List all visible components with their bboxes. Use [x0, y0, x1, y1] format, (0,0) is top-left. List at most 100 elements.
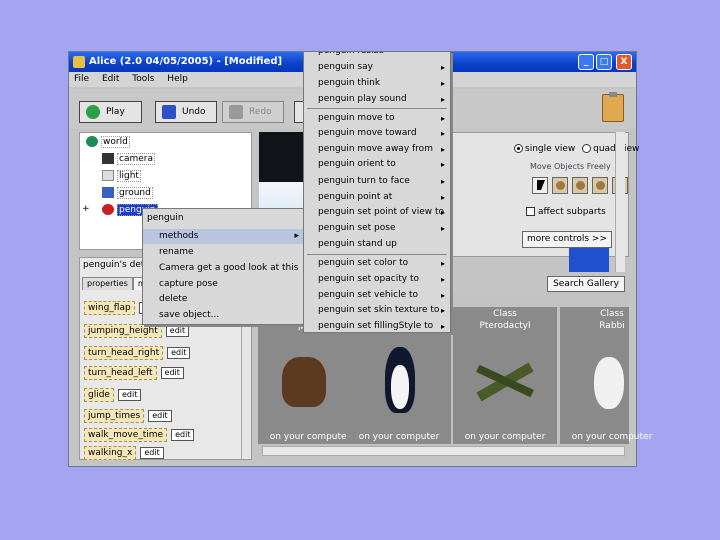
- method-tile[interactable]: turn_head_right: [84, 346, 164, 360]
- tree-item-ground[interactable]: ground: [102, 187, 153, 200]
- search-gallery-button[interactable]: Search Gallery: [547, 276, 625, 292]
- menu-file[interactable]: File: [69, 72, 94, 86]
- affect-subparts-label: affect subparts: [538, 207, 606, 217]
- method-tile[interactable]: glide: [84, 388, 114, 402]
- monkey-thumbnail: [282, 357, 326, 407]
- submenu-arrow-icon: ▸: [440, 224, 445, 233]
- submenu-arrow-icon: ▸: [440, 291, 445, 300]
- menu-help[interactable]: Help: [162, 72, 193, 86]
- edit-button[interactable]: edit: [165, 325, 190, 337]
- submenu-item[interactable]: penguin set opacity to ▸: [304, 272, 450, 287]
- submenu-item[interactable]: penguin point at ▸: [304, 190, 450, 205]
- gallery-card-rabbit[interactable]: Class Rabbi on your computer: [560, 307, 652, 444]
- pointer-tool-icon[interactable]: [532, 177, 548, 194]
- submenu-arrow-icon: ▸: [440, 114, 445, 123]
- submenu-item[interactable]: penguin move to ▸: [304, 111, 450, 126]
- maximize-button[interactable]: □: [596, 54, 612, 70]
- close-button[interactable]: X: [616, 54, 632, 70]
- context-menu: penguin methods ▸ rename Camera get a goo…: [142, 208, 304, 325]
- gallery-card-name: Rabbi: [599, 321, 625, 331]
- submenu-item[interactable]: penguin turn to face ▸: [304, 174, 450, 189]
- submenu-item[interactable]: penguin set color to ▸: [304, 256, 450, 271]
- method-tile[interactable]: turn_head_left: [84, 366, 157, 380]
- submenu-item[interactable]: penguin set point of view to ▸: [304, 205, 450, 220]
- menu-item-methods[interactable]: methods ▸: [143, 229, 303, 244]
- turn-tool-icon[interactable]: [592, 177, 608, 194]
- edit-button[interactable]: edit: [160, 367, 184, 379]
- menu-item-rename[interactable]: rename: [143, 245, 303, 260]
- undo-icon: [162, 105, 176, 119]
- move-tool-icon[interactable]: [552, 177, 568, 194]
- submenu-item[interactable]: penguin resize: [304, 52, 450, 59]
- submenu-item[interactable]: penguin set fillingStyle to ▸: [304, 319, 450, 332]
- world-icon: [86, 136, 98, 147]
- play-button[interactable]: Play: [79, 101, 142, 123]
- submenu-item[interactable]: penguin move toward ▸: [304, 126, 450, 141]
- submenu-arrow-icon: ▸: [440, 306, 445, 315]
- undo-label: Undo: [182, 107, 206, 117]
- submenu-arrow-icon: ▸: [440, 208, 445, 217]
- scene-scrollbar[interactable]: [615, 132, 625, 272]
- penguin-belly: [391, 365, 409, 409]
- minimize-button[interactable]: _: [578, 54, 594, 70]
- clipboard-icon[interactable]: [602, 92, 624, 122]
- menu-item-save-object[interactable]: save object...: [143, 308, 303, 323]
- tree-item-light[interactable]: light: [102, 170, 141, 183]
- submenu-item[interactable]: penguin say ▸: [304, 60, 450, 75]
- method-row: walk_move_time edit: [84, 428, 195, 442]
- redo-button[interactable]: Redo: [222, 101, 284, 123]
- submenu-item[interactable]: penguin set skin texture to ▸: [304, 303, 450, 318]
- method-tile[interactable]: jumping_height: [84, 324, 162, 338]
- submenu-item[interactable]: penguin set vehicle to ▸: [304, 288, 450, 303]
- undo-button[interactable]: Undo: [155, 101, 217, 123]
- single-view-label: single view: [525, 144, 576, 154]
- up-down-tool-icon[interactable]: [572, 177, 588, 194]
- menu-item-capture-pose[interactable]: capture pose: [143, 277, 303, 292]
- submenu-item[interactable]: penguin orient to ▸: [304, 157, 450, 172]
- affect-subparts-checkbox[interactable]: [526, 207, 535, 216]
- ground-icon: [102, 187, 114, 198]
- redo-icon: [229, 105, 243, 119]
- more-controls-button[interactable]: more controls >>: [522, 231, 612, 248]
- menu-item-camera-look[interactable]: Camera get a good look at this: [143, 261, 303, 276]
- play-icon: [86, 105, 100, 119]
- edit-button[interactable]: edit: [140, 447, 164, 459]
- gallery-thumbnail-icon: [569, 248, 609, 272]
- submenu-item[interactable]: penguin think ▸: [304, 76, 450, 91]
- expand-icon[interactable]: +: [82, 204, 90, 214]
- submenu-arrow-icon: ▸: [440, 177, 445, 186]
- edit-button[interactable]: edit: [171, 429, 195, 441]
- quad-view-radio[interactable]: [582, 144, 592, 153]
- edit-button[interactable]: edit: [117, 389, 142, 401]
- gallery-card-pterodactyl[interactable]: Class Pterodactyl on your computer: [453, 307, 557, 444]
- edit-button[interactable]: edit: [148, 410, 172, 422]
- menu-item-delete[interactable]: delete: [143, 292, 303, 307]
- method-tile[interactable]: jump_times: [84, 409, 145, 423]
- gallery-card-source: on your computer: [464, 432, 546, 442]
- edit-button[interactable]: edit: [167, 347, 191, 359]
- single-view-radio[interactable]: [514, 144, 523, 153]
- submenu-item[interactable]: penguin move away from ▸: [304, 142, 450, 157]
- light-icon: [102, 170, 114, 181]
- tab-properties[interactable]: properties: [82, 277, 133, 290]
- submenu-item[interactable]: penguin stand up: [304, 237, 450, 252]
- method-tile[interactable]: wing_flap: [84, 301, 135, 315]
- menu-tools[interactable]: Tools: [127, 72, 159, 86]
- menu-edit[interactable]: Edit: [97, 72, 124, 86]
- method-tile[interactable]: walk_move_time: [84, 428, 168, 442]
- submenu-separator: [307, 254, 447, 255]
- submenu-item[interactable]: penguin play sound ▸: [304, 92, 450, 107]
- gallery-scrollbar[interactable]: [262, 446, 625, 456]
- submenu-item[interactable]: penguin set pose ▸: [304, 221, 450, 236]
- affect-subparts-option[interactable]: affect subparts: [526, 207, 606, 217]
- submenu-arrow-icon: ▸: [440, 160, 445, 169]
- context-menu-title: penguin: [147, 213, 184, 223]
- gallery-card-name: Pterodactyl: [479, 321, 531, 331]
- methods-submenu: penguin resize penguin say ▸ penguin thin…: [303, 51, 451, 333]
- submenu-arrow-icon: ▸: [440, 79, 445, 88]
- method-tile[interactable]: walking_x: [84, 446, 137, 460]
- method-row: glide edit: [84, 388, 142, 402]
- play-label: Play: [106, 107, 125, 117]
- tree-item-camera[interactable]: camera: [102, 153, 155, 166]
- tree-item-world[interactable]: world: [86, 136, 130, 149]
